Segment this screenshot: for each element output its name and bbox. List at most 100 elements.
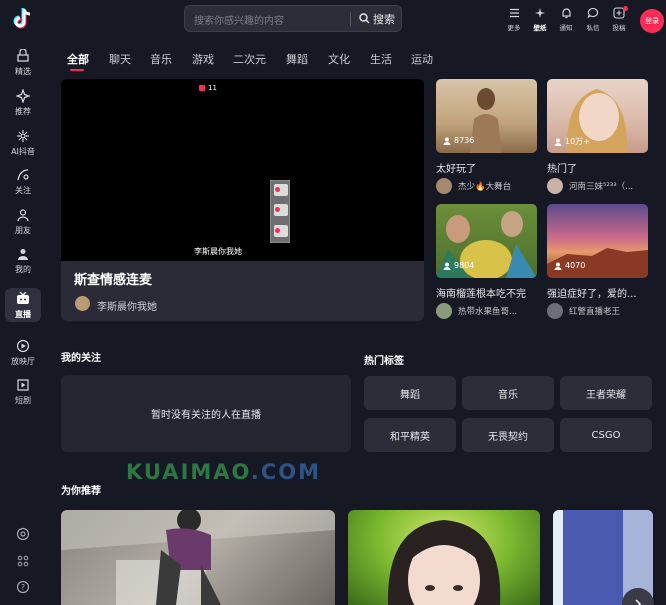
chevron-right-icon — [635, 599, 642, 605]
wallpaper-label: 壁纸 — [533, 24, 547, 32]
tab-games[interactable]: 游戏 — [192, 51, 214, 67]
following-empty-state: 暂时没有关注的人在直播 — [61, 375, 351, 452]
live-card-author[interactable]: 杰少🔥大舞台 — [458, 180, 540, 192]
wallpaper-button[interactable]: 壁纸 — [527, 6, 553, 34]
live-card-title[interactable]: 热门了 — [547, 160, 648, 175]
tab-music[interactable]: 音乐 — [150, 51, 172, 67]
search-button[interactable]: 搜索 — [353, 6, 401, 31]
hot-tag-csgo[interactable]: CSGO — [560, 418, 652, 452]
avatar[interactable] — [547, 178, 563, 194]
tab-life[interactable]: 生活 — [370, 51, 392, 67]
settings-icon[interactable] — [13, 524, 33, 544]
following-section-title: 我的关注 — [61, 353, 101, 364]
viewer-count: 9804 — [443, 261, 474, 270]
search-bar[interactable]: 搜索你感兴趣的内容 搜索 — [184, 5, 402, 32]
tab-anime[interactable]: 二次元 — [233, 51, 266, 67]
viewer-count: 8736 — [443, 136, 474, 145]
douyin-logo-icon[interactable] — [10, 6, 36, 32]
live-card-title[interactable]: 太好玩了 — [436, 160, 537, 175]
sidebar-item-live[interactable]: 直播 — [0, 287, 46, 323]
watermark-domain: .COM — [250, 460, 322, 484]
wallpaper-icon — [533, 6, 547, 20]
sidebar-item-short-drama[interactable]: 短剧 — [0, 373, 46, 409]
sidebar-item-label: 我的 — [15, 264, 31, 274]
viewer-count: 11 — [199, 84, 217, 92]
sparkle-icon — [14, 88, 32, 104]
sidebar-item-label: AI抖音 — [11, 146, 35, 156]
stream-title[interactable]: 斯查情感连麦 — [74, 269, 152, 288]
watermark: KUAIMAO.COM — [126, 460, 321, 484]
live-card[interactable]: 10万+ 热门了 河南三妹⁵²³³（... — [547, 79, 648, 197]
upload-badge-dot — [623, 6, 628, 11]
hot-tag-music[interactable]: 音乐 — [462, 376, 554, 410]
svg-text:?: ? — [21, 583, 25, 592]
help-icon[interactable]: ? — [13, 577, 33, 597]
message-button[interactable]: 私信 — [580, 6, 606, 34]
tab-culture[interactable]: 文化 — [328, 51, 350, 67]
sidebar-item-label: 推荐 — [15, 106, 31, 116]
search-input[interactable]: 搜索你感兴趣的内容 — [194, 12, 284, 27]
sidebar-item-label: 关注 — [15, 185, 31, 195]
hot-tags-title: 热门标签 — [364, 356, 404, 367]
search-divider — [350, 12, 351, 26]
sidebar-item-follow[interactable]: 关注 — [0, 163, 46, 199]
hot-tag-honor-of-kings[interactable]: 王者荣耀 — [560, 376, 652, 410]
upload-button[interactable]: 投稿 — [606, 6, 632, 34]
live-card[interactable]: 9804 海南榴莲根本吃不完 热带水果鱼哥... — [436, 204, 537, 322]
apps-grid-icon[interactable] — [13, 551, 33, 571]
menu-icon — [507, 6, 521, 20]
sidebar-item-label: 直播 — [15, 309, 31, 319]
live-card[interactable]: 4070 强迫症好了，爱的... 红警直播老王 — [547, 204, 648, 322]
side-panel-row — [274, 184, 288, 196]
sidebar-item-label: 朋友 — [15, 225, 31, 235]
tab-chat[interactable]: 聊天 — [109, 51, 131, 67]
tab-dance[interactable]: 舞蹈 — [286, 51, 308, 67]
avatar[interactable] — [547, 303, 563, 319]
more-label: 更多 — [507, 24, 521, 32]
live-card-author[interactable]: 热带水果鱼哥... — [458, 305, 540, 317]
more-button[interactable]: 更多 — [501, 6, 527, 34]
featured-live-stream[interactable]: 11 李斯晨你我她 斯查情感连麦 李斯晨你我她 — [61, 79, 424, 321]
tab-all[interactable]: 全部 — [67, 51, 89, 67]
active-tab-indicator — [70, 69, 84, 71]
sidebar-item-friends[interactable]: 朋友 — [0, 203, 46, 239]
live-card[interactable]: 8736 太好玩了 杰少🔥大舞台 — [436, 79, 537, 197]
login-button[interactable]: 登录 — [640, 9, 664, 33]
sidebar-item-featured[interactable]: 精选 — [0, 44, 46, 80]
sidebar-item-label: 放映厅 — [11, 356, 35, 366]
avatar[interactable] — [436, 178, 452, 194]
person-icon — [554, 138, 562, 146]
recommend-card[interactable] — [348, 510, 540, 605]
avatar[interactable] — [436, 303, 452, 319]
side-panel-row — [274, 225, 288, 237]
live-card-author[interactable]: 红警直播老王 — [569, 305, 651, 317]
viewer-count-value: 8736 — [454, 136, 475, 145]
recommend-section-title: 为你推荐 — [61, 486, 101, 497]
tab-sports[interactable]: 运动 — [411, 51, 433, 67]
short-drama-icon — [14, 377, 32, 393]
upload-label: 投稿 — [612, 24, 626, 32]
sidebar-item-cinema[interactable]: 放映厅 — [0, 334, 46, 370]
follow-icon — [14, 167, 32, 183]
notification-label: 通知 — [559, 24, 573, 32]
sidebar-item-recommend[interactable]: 推荐 — [0, 84, 46, 120]
sidebar-item-profile[interactable]: 我的 — [0, 242, 46, 278]
person-icon — [554, 262, 562, 270]
hot-tag-dance[interactable]: 舞蹈 — [364, 376, 456, 410]
viewer-count-value: 10万+ — [565, 137, 590, 146]
hot-tag-valorant[interactable]: 无畏契约 — [462, 418, 554, 452]
sidebar-item-ai[interactable]: AI抖音 — [0, 124, 46, 160]
live-card-title[interactable]: 海南榴莲根本吃不完 — [436, 285, 537, 300]
live-card-title[interactable]: 强迫症好了，爱的... — [547, 285, 648, 300]
live-indicator-icon — [199, 85, 205, 91]
bell-icon — [559, 6, 573, 20]
notification-button[interactable]: 通知 — [553, 6, 579, 34]
avatar[interactable] — [75, 296, 90, 311]
stream-author[interactable]: 李斯晨你我她 — [97, 298, 157, 313]
stream-info-bar: 斯查情感连麦 李斯晨你我她 — [61, 261, 424, 321]
message-label: 私信 — [586, 24, 600, 32]
recommend-card[interactable] — [61, 510, 335, 605]
viewer-count-value: 4070 — [565, 261, 586, 270]
hot-tag-peace-elite[interactable]: 和平精英 — [364, 418, 456, 452]
live-card-author[interactable]: 河南三妹⁵²³³（... — [569, 180, 651, 192]
